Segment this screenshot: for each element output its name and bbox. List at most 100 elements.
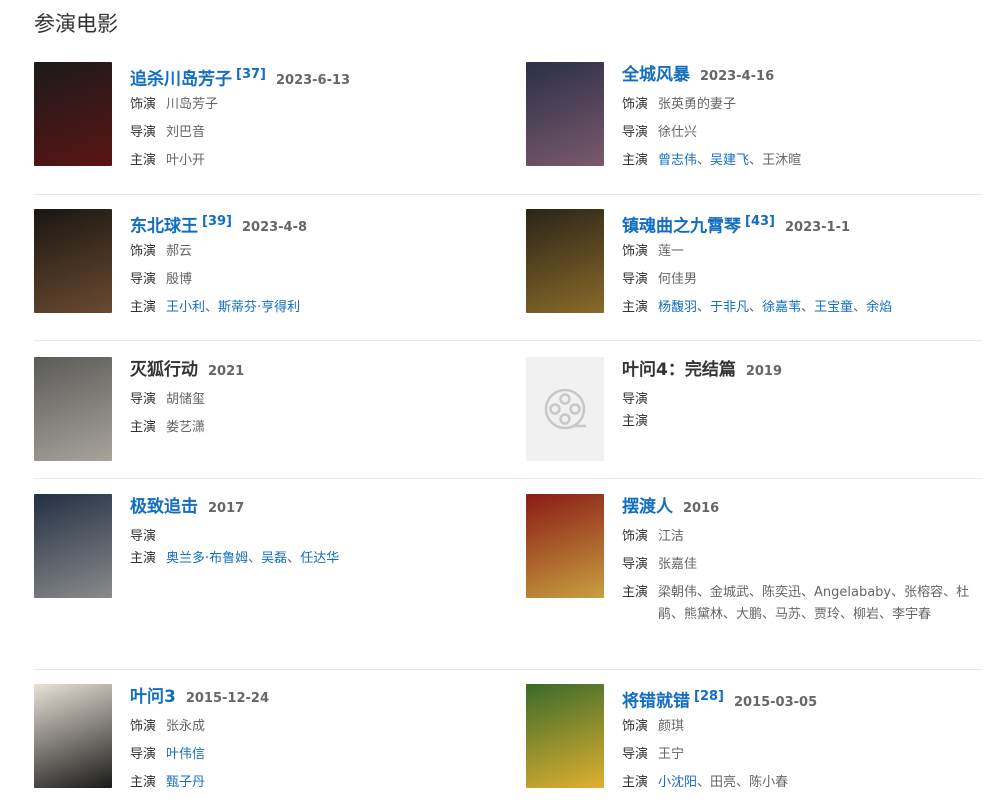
- film-poster[interactable]: [526, 209, 604, 313]
- role-row: 饰演 颜琪: [622, 716, 982, 738]
- film-info: 全城风暴 2023-4-16 饰演 张英勇的妻子 导演 徐仕兴主演 曾志伟、吴建飞、王沐暄: [622, 62, 982, 172]
- citation-ref[interactable]: [39]: [202, 214, 232, 229]
- film-title[interactable]: 追杀川岛芳子: [130, 69, 232, 89]
- row-divider: [34, 194, 982, 195]
- film-title-row: 将错就错 [28] 2015-03-05: [622, 684, 982, 711]
- release-date: 2019: [745, 364, 783, 379]
- cast-link[interactable]: 于非凡: [710, 300, 749, 315]
- cast-row: 主演 曾志伟、吴建飞、王沐暄: [622, 150, 982, 172]
- director-value: 胡储玺: [166, 392, 206, 407]
- film-title[interactable]: 将错就错: [622, 691, 690, 711]
- director-row: 导演 徐仕兴: [622, 122, 982, 144]
- release-date: 2023-4-8: [241, 220, 308, 236]
- cast-link[interactable]: 王小利: [166, 300, 205, 315]
- separator: 、: [749, 153, 763, 168]
- cast-row: 主演 奥兰多·布鲁姆、吴磊、任达华: [130, 548, 490, 570]
- film-title-row: 摆渡人 2016: [622, 494, 982, 520]
- cast-link[interactable]: 余焰: [866, 300, 892, 315]
- director-row: 导演 张嘉佳: [622, 554, 982, 576]
- film-title[interactable]: 全城风暴: [622, 65, 690, 85]
- release-date: 2017: [208, 501, 245, 516]
- film-title-row: 叶问4：完结篇 2019: [622, 357, 982, 383]
- film-poster[interactable]: [526, 494, 604, 598]
- citation-ref[interactable]: [43]: [745, 214, 775, 229]
- cast-value: 杨馥羽、于非凡、徐嘉苇、王宝童、余焰: [658, 297, 892, 319]
- release-date: 2016: [683, 501, 720, 516]
- director-label: 导演: [130, 747, 157, 762]
- citation-ref[interactable]: [37]: [236, 67, 266, 82]
- release-date: 2015-12-24: [185, 691, 269, 706]
- film-poster[interactable]: [34, 62, 112, 166]
- film-title[interactable]: 镇魂曲之九霄琴: [622, 216, 741, 236]
- row-divider: [34, 478, 982, 479]
- cast-link[interactable]: 王宝童: [814, 300, 853, 315]
- cast-label: 主演: [130, 775, 157, 790]
- role-label: 饰演: [130, 244, 157, 259]
- film-poster[interactable]: [34, 357, 112, 461]
- cast-link[interactable]: 甄子丹: [166, 775, 205, 790]
- role-value: 莲一: [658, 244, 685, 259]
- cast-value: 王小利、斯蒂芬·亨得利: [166, 297, 300, 319]
- director-link[interactable]: 叶伟信: [166, 747, 205, 762]
- cast-row: 主演 梁朝伟、金城武、陈奕迅、Angelababy、张榕容、杜鹃、熊黛林、大鹏、马…: [622, 582, 982, 626]
- role-value: 郝云: [166, 244, 193, 259]
- cast-link[interactable]: 吴磊: [261, 551, 287, 566]
- film-poster[interactable]: [34, 494, 112, 598]
- film-title[interactable]: 叶问3: [130, 687, 176, 707]
- cast-name: 叶小开: [166, 153, 206, 168]
- film-poster[interactable]: [526, 62, 604, 166]
- director-value: 徐仕兴: [658, 125, 698, 140]
- cast-row: 主演 甄子丹: [130, 772, 490, 794]
- role-row: 饰演 张英勇的妻子: [622, 94, 982, 116]
- role-value: 江洁: [658, 529, 685, 544]
- cast-link[interactable]: 斯蒂芬·亨得利: [218, 300, 300, 315]
- film-poster-placeholder[interactable]: [526, 357, 604, 461]
- role-row: 饰演 郝云: [130, 241, 490, 263]
- cast-link[interactable]: 杨馥羽: [658, 300, 697, 315]
- cast-link[interactable]: 任达华: [300, 551, 339, 566]
- film-title[interactable]: 极致追击: [130, 497, 198, 517]
- release-date: 2023-4-16: [700, 69, 775, 84]
- film-title[interactable]: 摆渡人: [622, 497, 673, 517]
- cast-label: 主演: [130, 153, 157, 168]
- cast-link[interactable]: 吴建飞: [710, 153, 749, 168]
- cast-link[interactable]: 曾志伟: [658, 153, 697, 168]
- cast-name: 陈小春: [749, 775, 789, 790]
- cast-label: 主演: [622, 153, 649, 168]
- citation-ref[interactable]: [28]: [694, 689, 724, 704]
- separator: 、: [853, 300, 867, 315]
- cast-row: 主演 小沈阳、田亮、陈小春: [622, 772, 982, 794]
- cast-label: 主演: [130, 300, 157, 315]
- film-info: 摆渡人 2016 饰演 江洁 导演 张嘉佳 主演 梁朝伟、金城武、陈奕迅、Angelababy…: [622, 494, 982, 626]
- director-label: 导演: [130, 529, 157, 544]
- cast-label: 主演: [622, 300, 649, 315]
- row-divider: [34, 669, 982, 670]
- cast-link[interactable]: 徐嘉苇: [762, 300, 801, 315]
- release-date: 2021: [208, 364, 245, 379]
- separator: 、: [205, 300, 219, 315]
- film-title-row: 灭狐行动 2021: [130, 357, 490, 383]
- cast-label: 主演: [622, 414, 649, 429]
- director-value: 何佳男: [658, 272, 698, 287]
- cast-link[interactable]: 小沈阳: [658, 775, 697, 790]
- cast-link[interactable]: 奥兰多·布鲁姆: [166, 551, 248, 566]
- release-date: 2015-03-05: [733, 695, 818, 711]
- film-title-row: 极致追击 2017: [130, 494, 490, 520]
- film-poster[interactable]: [526, 684, 604, 788]
- cast-label: 主演: [622, 775, 649, 790]
- film-title-row: 全城风暴 2023-4-16: [622, 62, 982, 88]
- cast-name: 娄艺潇: [166, 420, 206, 435]
- release-date: 2023-6-13: [275, 73, 351, 89]
- film-poster[interactable]: [34, 209, 112, 313]
- separator: 、: [697, 775, 711, 790]
- film-poster[interactable]: [34, 684, 112, 788]
- film-info: 叶问3 2015-12-24 饰演 张永成 导演 叶伟信 主演 甄子丹: [130, 684, 490, 794]
- film-title[interactable]: 东北球王: [130, 216, 198, 236]
- director-label: 导演: [622, 557, 649, 572]
- director-value: 王宁: [658, 747, 685, 762]
- cast-value: 甄子丹: [166, 772, 205, 794]
- separator: 、: [697, 153, 711, 168]
- cast-value: 娄艺潇: [166, 417, 205, 439]
- separator: 、: [736, 775, 750, 790]
- director-row: 导演 殷博: [130, 269, 490, 291]
